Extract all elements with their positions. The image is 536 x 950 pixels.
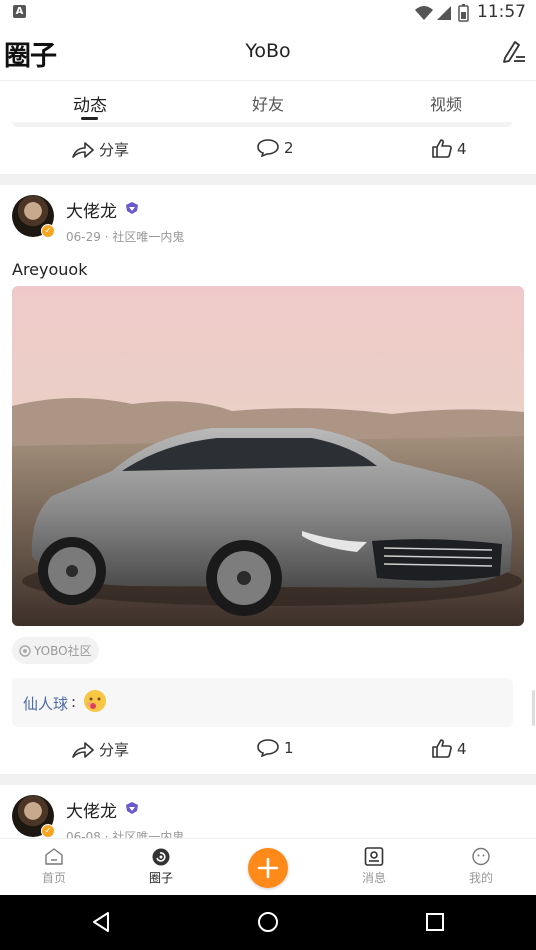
thumbs-up-icon <box>432 139 452 158</box>
comment-icon <box>257 139 279 157</box>
feed-list[interactable]: 分享 2 4 ✓ 大佬龙 06-29 · 社区唯一内鬼 Areyouok YOB… <box>0 122 536 838</box>
home-icon <box>45 848 63 865</box>
verified-icon: ✓ <box>41 224 55 238</box>
share-button[interactable]: 分享 <box>72 739 129 760</box>
circle-icon <box>152 848 170 866</box>
comment-count: 1 <box>284 739 294 757</box>
thumbs-up-icon <box>432 739 452 758</box>
share-label: 分享 <box>99 141 130 159</box>
post-meta: 06-29 · 社区唯一内鬼 <box>66 230 185 244</box>
nav-circle[interactable]: 圈子 <box>131 847 191 886</box>
create-post-button[interactable] <box>248 848 288 888</box>
avatar[interactable]: ✓ <box>12 795 55 838</box>
nav-circle-label: 圈子 <box>148 871 173 885</box>
tab-friends[interactable]: 好友 <box>228 91 308 115</box>
bottom-nav: 首页 圈子 消息 我的 <box>0 838 536 895</box>
like-count: 4 <box>457 139 467 158</box>
prev-post-actions: 分享 2 4 <box>0 127 536 173</box>
post-text: Areyouok <box>12 260 88 279</box>
clock: 11:57 <box>477 2 526 22</box>
level-badge-icon <box>126 802 138 814</box>
post-author[interactable]: 大佬龙 <box>66 797 117 822</box>
comment-button[interactable]: 1 <box>257 739 294 757</box>
comment-preview[interactable]: 仙人球 : <box>12 678 513 727</box>
comment-icon <box>257 739 279 757</box>
share-button[interactable]: 分享 <box>72 139 129 160</box>
car-photo <box>12 286 524 626</box>
tab-video[interactable]: 视频 <box>406 91 486 115</box>
like-button[interactable]: 4 <box>432 739 467 758</box>
page-title: YoBo <box>245 40 291 62</box>
like-button[interactable]: 4 <box>432 139 467 158</box>
comment-count: 2 <box>284 139 294 157</box>
back-icon[interactable] <box>90 911 112 933</box>
avatar[interactable]: ✓ <box>12 195 55 238</box>
share-icon <box>72 741 94 758</box>
topic-icon <box>19 644 31 657</box>
share-icon <box>72 141 94 158</box>
nav-messages[interactable]: 消息 <box>344 847 404 886</box>
emoji-icon <box>84 690 106 712</box>
signal-battery-icons <box>415 4 469 22</box>
tab-dynamic[interactable]: 动态 <box>50 91 130 116</box>
nav-messages-label: 消息 <box>361 871 386 885</box>
post-meta: 06-08 · 社区唯一内鬼 <box>66 830 185 838</box>
app-header: 圈子 YoBo <box>0 26 536 80</box>
notification-icon: A <box>13 5 26 18</box>
like-count: 4 <box>457 739 467 758</box>
topic-tag[interactable]: YOBO社区 <box>12 637 99 664</box>
edit-pen-icon[interactable] <box>500 38 526 64</box>
nav-home-label: 首页 <box>41 871 66 885</box>
comment-colon: : <box>71 693 77 711</box>
system-nav-bar <box>0 895 536 950</box>
message-icon <box>364 847 384 866</box>
scrollbar[interactable] <box>532 690 535 726</box>
post-author[interactable]: 大佬龙 <box>66 197 117 222</box>
level-badge-icon <box>126 202 138 214</box>
post-separator <box>0 774 536 785</box>
recents-icon[interactable] <box>425 912 445 932</box>
post-image[interactable] <box>12 286 524 626</box>
verified-icon: ✓ <box>41 824 55 838</box>
topic-tag-label: YOBO社区 <box>34 644 92 658</box>
nav-home[interactable]: 首页 <box>24 847 84 886</box>
tab-bar: 动态 好友 视频 <box>0 80 536 122</box>
post-actions: 分享 1 4 <box>0 727 536 773</box>
home-circle-icon[interactable] <box>257 911 279 933</box>
status-bar: A 11:57 <box>0 0 536 26</box>
post-separator <box>0 174 536 185</box>
comment-author[interactable]: 仙人球 <box>23 693 68 714</box>
nav-profile-label: 我的 <box>468 871 493 885</box>
profile-icon <box>472 847 490 866</box>
share-label: 分享 <box>99 741 130 759</box>
plus-icon <box>257 857 279 879</box>
comment-button[interactable]: 2 <box>257 139 294 157</box>
active-tab-indicator <box>81 117 98 120</box>
nav-profile[interactable]: 我的 <box>451 847 511 886</box>
